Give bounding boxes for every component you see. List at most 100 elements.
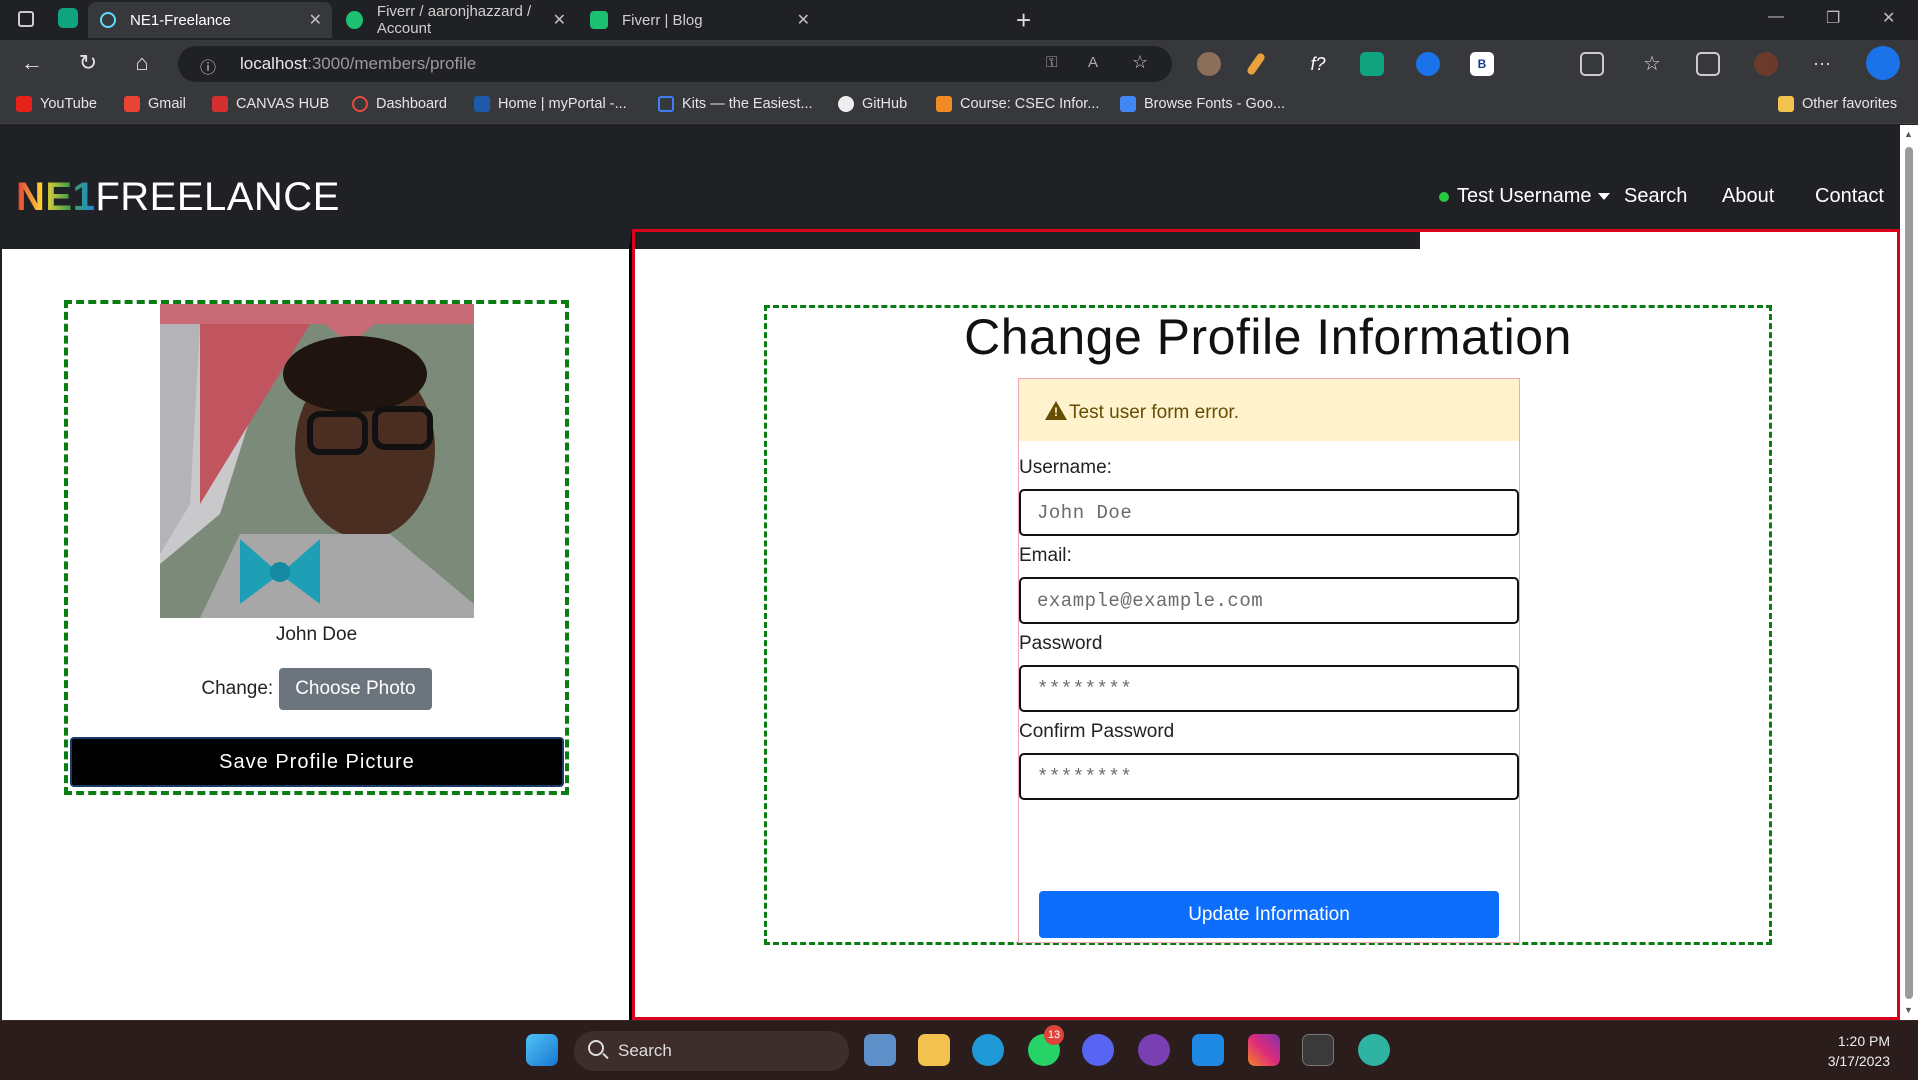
choose-photo-button[interactable]: Choose Photo xyxy=(279,668,432,710)
scroll-down-icon[interactable]: ▼ xyxy=(1904,1005,1913,1015)
extensions-puzzle-icon[interactable] xyxy=(1580,52,1604,76)
bookmark-canvas-hub[interactable]: CANVAS HUB xyxy=(212,96,329,112)
tab-ne1-freelance[interactable]: NE1-Freelance ✕ xyxy=(88,2,332,38)
extension-pen-icon[interactable] xyxy=(1245,51,1267,77)
online-status-icon xyxy=(1439,191,1449,202)
canvas-icon xyxy=(212,96,228,112)
bookmark-dashboard[interactable]: Dashboard xyxy=(352,96,447,112)
nav-contact[interactable]: Contact xyxy=(1815,185,1884,208)
bookmark-label: Dashboard xyxy=(376,96,447,112)
vscode-icon[interactable] xyxy=(1192,1034,1224,1066)
bookmark-csec[interactable]: Course: CSEC Infor... xyxy=(936,96,1099,112)
confirm-password-input[interactable] xyxy=(1019,753,1519,800)
favorites-icon[interactable]: ☆ xyxy=(1640,52,1664,76)
profile-form: Test user form error. Username: Email: P… xyxy=(1018,378,1520,943)
extension-eyes-icon[interactable] xyxy=(1197,52,1221,76)
github-desktop-icon[interactable] xyxy=(1138,1034,1170,1066)
bookmark-github[interactable]: GitHub xyxy=(838,96,907,112)
key-icon[interactable]: ⚿ xyxy=(1046,54,1057,71)
collections-icon[interactable] xyxy=(1696,52,1720,76)
nav-search[interactable]: Search xyxy=(1624,185,1687,208)
file-explorer-icon[interactable] xyxy=(918,1034,950,1066)
minimize-icon[interactable]: — xyxy=(1768,8,1784,26)
scroll-up-icon[interactable]: ▲ xyxy=(1904,129,1913,139)
browser-toolbar: ← ↻ ⌂ ⓘ localhost:3000/members/profile ⚿… xyxy=(0,40,1918,88)
panel-top-band xyxy=(635,232,1420,249)
tab-title: Fiverr / aaronjhazzard / Account xyxy=(376,3,532,37)
page-scrollbar[interactable]: ▲ ▼ xyxy=(1900,125,1918,1020)
window-close-icon[interactable]: ✕ xyxy=(1882,8,1895,28)
save-profile-picture-button[interactable]: Save Profile Picture xyxy=(70,737,564,787)
flag-icon xyxy=(658,96,674,112)
url-path: :3000/members/profile xyxy=(307,54,477,73)
taskbar-search[interactable]: Search xyxy=(574,1031,849,1071)
site-logo[interactable]: NE1FREELANCE xyxy=(16,175,340,220)
extension-formula-icon[interactable]: f? xyxy=(1306,52,1330,76)
youtube-icon xyxy=(16,96,32,112)
site-info-icon[interactable]: ⓘ xyxy=(200,54,216,78)
more-icon[interactable]: ⋯ xyxy=(1810,52,1834,76)
extension-chatgpt-icon[interactable] xyxy=(1360,52,1384,76)
close-icon[interactable]: ✕ xyxy=(309,10,322,30)
myportal-icon xyxy=(474,96,490,112)
dashboard-icon xyxy=(352,96,368,112)
windows-start-icon[interactable] xyxy=(526,1034,558,1066)
restore-icon[interactable]: ❐ xyxy=(1826,8,1840,28)
gmail-icon xyxy=(124,96,140,112)
profile-name: John Doe xyxy=(275,624,358,645)
instagram-icon[interactable] xyxy=(1248,1034,1280,1066)
extension-b-icon[interactable]: B xyxy=(1470,52,1494,76)
close-icon[interactable]: ✕ xyxy=(553,10,566,30)
bookmark-label: YouTube xyxy=(40,96,97,112)
back-icon[interactable]: ← xyxy=(18,50,46,76)
bookmark-gmail[interactable]: Gmail xyxy=(124,96,186,112)
bookmark-youtube[interactable]: YouTube xyxy=(16,96,97,112)
bookmark-kits[interactable]: Kits — the Easiest... xyxy=(658,96,813,112)
profile-photo xyxy=(160,304,474,618)
system-clock[interactable]: 1:20 PM 3/17/2023 xyxy=(1828,1031,1890,1071)
bing-icon[interactable] xyxy=(1866,46,1900,80)
user-dropdown[interactable]: Test Username xyxy=(1439,185,1610,208)
address-bar[interactable]: ⓘ localhost:3000/members/profile ⚿ A ☆ xyxy=(178,46,1172,82)
bookmark-label: Kits — the Easiest... xyxy=(682,96,813,112)
home-icon[interactable]: ⌂ xyxy=(128,50,156,76)
task-manager-icon[interactable] xyxy=(864,1034,896,1066)
password-input[interactable] xyxy=(1019,665,1519,712)
fiverr-icon xyxy=(590,11,608,29)
chatgpt-tab-icon[interactable] xyxy=(58,8,78,28)
change-photo-row: Change: Choose Photo xyxy=(68,668,565,710)
search-icon xyxy=(588,1040,604,1056)
terminal-icon[interactable] xyxy=(1302,1034,1334,1066)
nav-about[interactable]: About xyxy=(1722,185,1774,208)
reload-icon[interactable]: ↻ xyxy=(74,50,102,76)
clock-time: 1:20 PM xyxy=(1837,1033,1890,1049)
alert-text: Test user form error. xyxy=(1069,402,1239,423)
discord-icon[interactable] xyxy=(1082,1034,1114,1066)
bookmark-label: GitHub xyxy=(862,96,908,112)
tab-actions-icon[interactable] xyxy=(18,11,34,27)
edge-dev-icon[interactable] xyxy=(1358,1034,1390,1066)
confirm-password-label: Confirm Password xyxy=(1019,721,1175,742)
bookmark-myportal[interactable]: Home | myPortal -... xyxy=(474,96,627,112)
scrollbar-thumb[interactable] xyxy=(1905,147,1913,999)
bookmark-other-favorites[interactable]: Other favorites xyxy=(1778,96,1897,112)
close-icon[interactable]: ✕ xyxy=(797,10,810,30)
tab-fiverr-blog[interactable]: Fiverr | Blog ✕ xyxy=(578,2,820,38)
edge-icon[interactable] xyxy=(972,1034,1004,1066)
tab-fiverr-account[interactable]: Fiverr / aaronjhazzard / Account ✕ xyxy=(334,2,576,38)
favorite-add-icon[interactable]: ☆ xyxy=(1132,52,1148,73)
bookmark-fonts[interactable]: Browse Fonts - Goo... xyxy=(1120,96,1285,112)
nav-links: Test Username Search About Contact xyxy=(1439,185,1900,215)
profile-avatar[interactable] xyxy=(1754,52,1778,76)
read-aloud-icon[interactable]: A xyxy=(1088,54,1098,71)
email-input[interactable] xyxy=(1019,577,1519,624)
extension-shield-icon[interactable] xyxy=(1416,52,1440,76)
fiverr-icon xyxy=(346,11,363,29)
username-input[interactable] xyxy=(1019,489,1519,536)
caret-down-icon xyxy=(1597,193,1610,201)
tab-title: Fiverr | Blog xyxy=(622,11,703,29)
profile-form-card: Change Profile Information Test user for… xyxy=(764,305,1772,945)
update-information-button[interactable]: Update Information xyxy=(1039,891,1499,938)
new-tab-icon[interactable]: + xyxy=(1016,5,1031,36)
windows-taskbar: Search 13 1:20 PM 3/17/2023 xyxy=(0,1020,1918,1080)
